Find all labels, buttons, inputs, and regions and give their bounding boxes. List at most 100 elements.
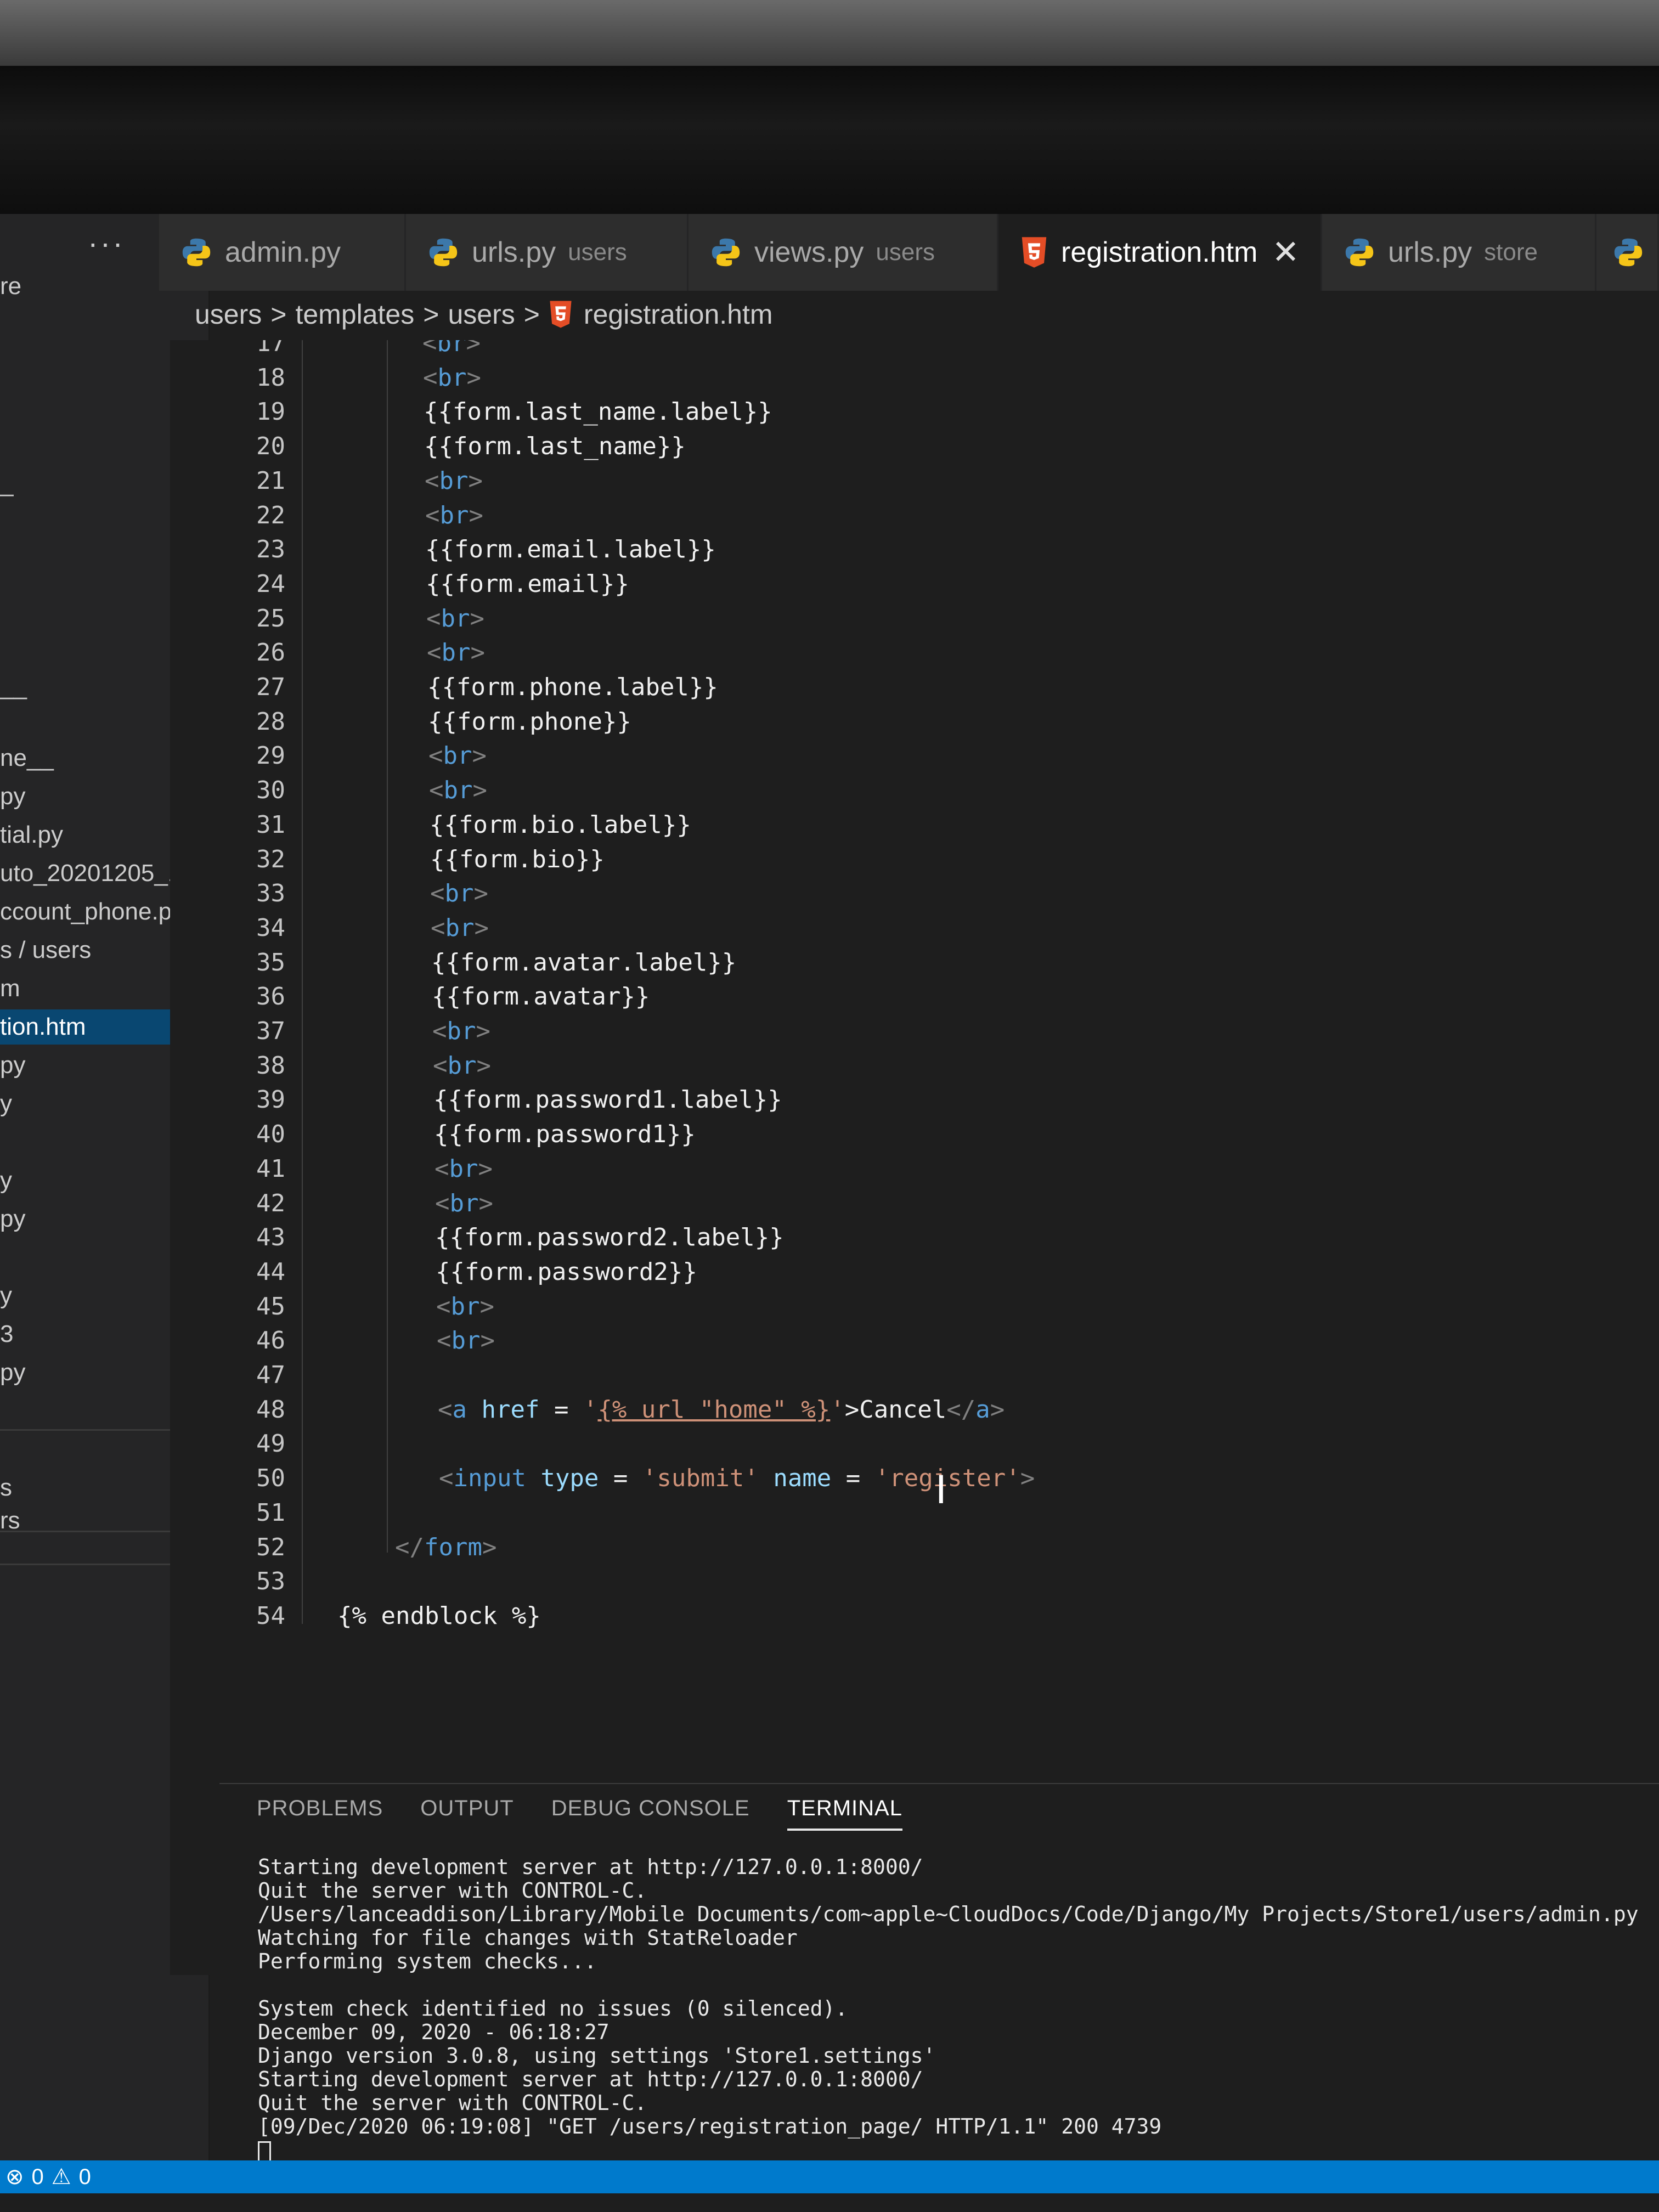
code-line[interactable]: 42 <br> [170, 1187, 1651, 1221]
code-line[interactable]: 19 {{form.last_name.label}} [170, 395, 1651, 429]
code-text: <br> [425, 464, 483, 498]
code-text: {% endblock %} [337, 1599, 541, 1633]
code-line[interactable]: 52 </form> [170, 1531, 1651, 1565]
line-number: 49 [256, 1430, 285, 1458]
code-line[interactable]: 54 {% endblock %} [170, 1599, 1651, 1633]
code-line[interactable]: 49 [170, 1427, 1651, 1461]
code-line[interactable]: 24 {{form.email}} [170, 567, 1651, 601]
code-text: <br> [427, 636, 485, 670]
code-token: {{form.last_name.label}} [424, 398, 772, 426]
code-line[interactable]: 20 {{form.last_name}} [170, 430, 1651, 464]
tab-views-py-users[interactable]: views.py users [689, 214, 998, 291]
code-line[interactable]: 28 {{form.phone}} [170, 705, 1651, 739]
code-line[interactable]: 46 <br> [170, 1324, 1651, 1358]
code-line[interactable]: 30 <br> [170, 774, 1651, 808]
terminal-output[interactable]: Starting development server at http://12… [258, 1855, 1659, 2162]
code-line[interactable]: 17 <br> [170, 340, 1651, 360]
code-line[interactable]: 40 {{form.password1}} [170, 1118, 1651, 1152]
code-line[interactable]: 39 {{form.password1.label}} [170, 1083, 1651, 1117]
breadcrumb-item[interactable]: users [448, 298, 515, 330]
tab-overflow-python[interactable] [1596, 214, 1659, 291]
code-line[interactable]: 22 <br> [170, 499, 1651, 533]
code-line[interactable]: 45 <br> [170, 1290, 1651, 1324]
warning-count[interactable]: 0 [79, 2160, 91, 2193]
code-line[interactable]: 47 [170, 1358, 1651, 1392]
code-token: < [432, 1017, 447, 1045]
tab-urls-py-users[interactable]: urls.py users [406, 214, 689, 291]
code-line[interactable]: 23 {{form.email.label}} [170, 533, 1651, 567]
code-text: <br> [426, 602, 484, 636]
code-line[interactable]: 32 {{form.bio}} [170, 843, 1651, 877]
code-token: > [470, 639, 485, 667]
warning-icon[interactable]: ⚠ [52, 2160, 71, 2193]
breadcrumb-item[interactable]: registration.htm [584, 298, 773, 330]
code-line[interactable]: 25 <br> [170, 602, 1651, 636]
code-line[interactable]: 18 <br> [170, 361, 1651, 395]
code-text: <br> [435, 1152, 493, 1186]
code-text: {{form.email}} [426, 567, 629, 601]
code-line[interactable]: 41 <br> [170, 1152, 1651, 1186]
error-icon[interactable]: ⊗ [5, 2160, 24, 2193]
code-line[interactable]: 33 <br> [170, 877, 1651, 911]
code-text: <br> [433, 1049, 491, 1083]
code-token: {{form.password2}} [436, 1258, 697, 1286]
line-number: 18 [256, 364, 285, 392]
tab-registration-htm[interactable]: registration.htm ✕ [998, 214, 1322, 291]
line-number: 30 [256, 776, 285, 804]
code-token: {{form.email}} [426, 570, 629, 598]
line-number: 33 [256, 879, 285, 907]
breadcrumb-item[interactable]: users [195, 298, 262, 330]
code-token: 'register' [874, 1464, 1020, 1492]
tab-output[interactable]: OUTPUT [420, 1796, 514, 1831]
tab-folder-hint: users [876, 239, 935, 266]
code-line[interactable]: 53 [170, 1565, 1651, 1599]
tab-urls-py-store[interactable]: urls.py store [1322, 214, 1596, 291]
code-line[interactable]: 38 <br> [170, 1049, 1651, 1083]
html5-icon [1022, 237, 1047, 268]
code-line[interactable]: 31 {{form.bio.label}} [170, 808, 1651, 842]
tab-admin-py[interactable]: admin.py [159, 214, 406, 291]
breadcrumb-item[interactable]: templates [295, 298, 414, 330]
code-token: > [466, 340, 481, 357]
terminal-line: Starting development server at http://12… [258, 1855, 923, 1879]
code-line[interactable]: 29 <br> [170, 739, 1651, 773]
bottom-panel: PROBLEMS OUTPUT DEBUG CONSOLE TERMINAL S… [219, 1783, 1659, 2162]
more-actions-icon[interactable]: ··· [88, 225, 125, 261]
code-token: < [428, 742, 443, 770]
close-icon[interactable]: ✕ [1272, 233, 1299, 272]
code-line[interactable]: 34 <br> [170, 911, 1651, 945]
code-text: {{form.password2}} [436, 1255, 697, 1289]
tab-debug-console[interactable]: DEBUG CONSOLE [551, 1796, 750, 1831]
tab-label: urls.py [472, 236, 556, 268]
code-line[interactable]: 50 <input type = 'submit' name = 'registe… [170, 1462, 1651, 1496]
code-line[interactable]: 27 {{form.phone.label}} [170, 670, 1651, 704]
code-token: > [474, 914, 489, 942]
code-line[interactable]: 21 <br> [170, 464, 1651, 498]
code-line[interactable]: 43 {{form.password2.label}} [170, 1221, 1651, 1255]
code-line[interactable]: 48 <a href = '{% url "home" %}'>Cancel</a… [170, 1393, 1651, 1427]
code-token: < [425, 501, 440, 529]
code-token: {{form.phone.label}} [427, 673, 718, 701]
code-line[interactable]: 36 {{form.avatar}} [170, 980, 1651, 1014]
code-editor[interactable]: 17 <br> 18 <br> 19 {{form.last_name.label}} 20… [170, 340, 1659, 1975]
code-token: < [422, 340, 437, 357]
code-token: {{form.password1.label}} [433, 1086, 782, 1114]
line-number: 43 [256, 1223, 285, 1251]
tab-terminal[interactable]: TERMINAL [787, 1796, 902, 1831]
code-token: > [476, 1017, 490, 1045]
line-number: 21 [256, 467, 285, 495]
monitor-top-band [0, 66, 1659, 214]
code-line[interactable]: 37 <br> [170, 1014, 1651, 1048]
code-line[interactable]: 26 <br> [170, 636, 1651, 670]
line-number: 26 [256, 639, 285, 667]
code-line[interactable]: 44 {{form.password2}} [170, 1255, 1651, 1289]
code-text: {{form.last_name}} [424, 430, 686, 464]
tab-problems[interactable]: PROBLEMS [257, 1796, 383, 1831]
code-token: > [469, 501, 483, 529]
code-line[interactable]: 35 {{form.avatar.label}} [170, 946, 1651, 980]
code-line[interactable]: 51 [170, 1496, 1651, 1530]
code-token: < [425, 467, 439, 495]
code-token: {{form.last_name}} [424, 432, 686, 460]
code-token: < [439, 1464, 454, 1492]
error-count[interactable]: 0 [32, 2160, 44, 2193]
